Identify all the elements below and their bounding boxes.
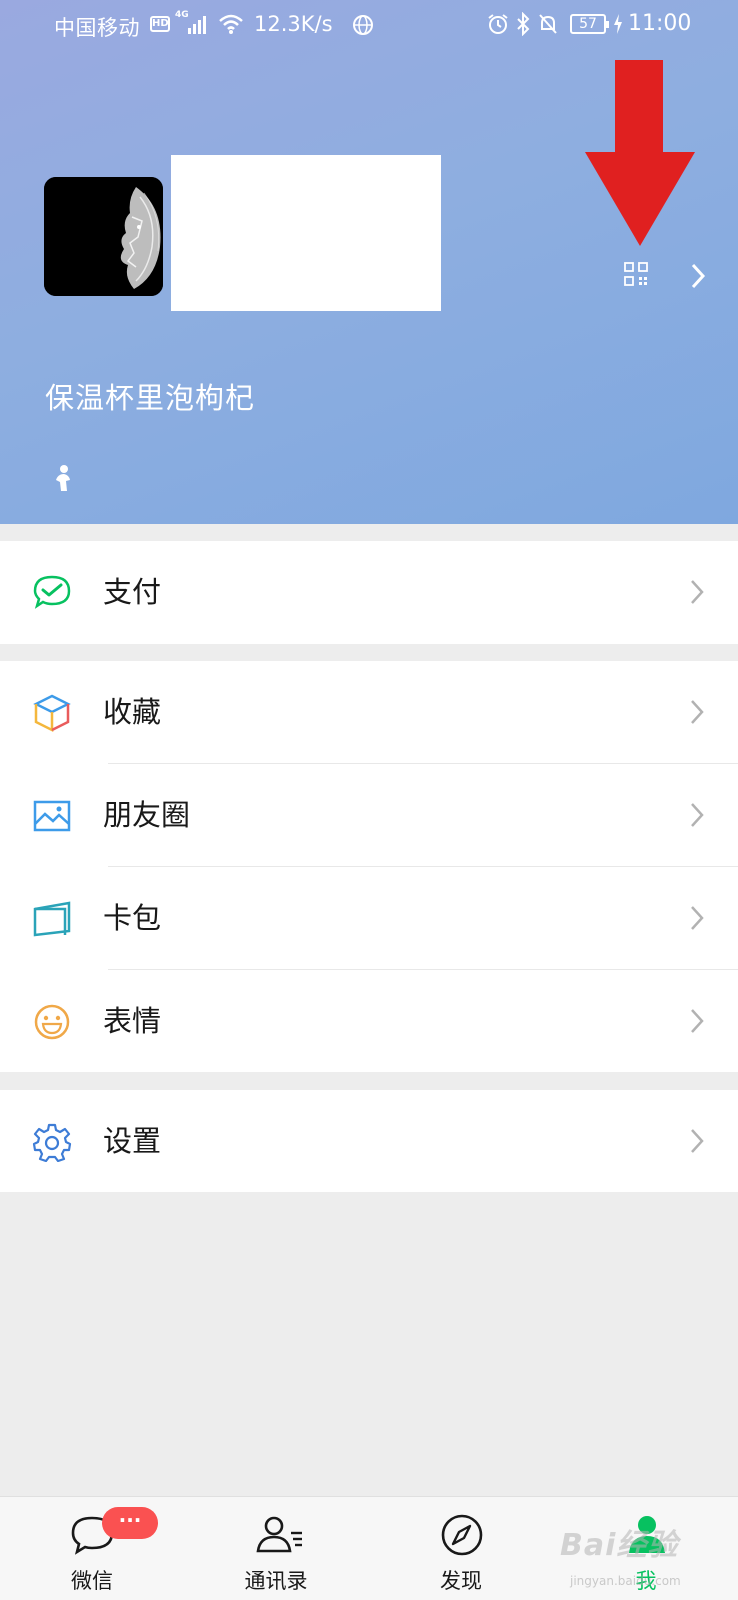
- signal-icon: [188, 14, 210, 39]
- menu-label-cards: 卡包: [103, 901, 162, 935]
- clock: 11:00: [628, 11, 692, 36]
- status-figure-icon[interactable]: [52, 464, 74, 496]
- charging-icon: [612, 13, 624, 40]
- menu-label-settings: 设置: [103, 1124, 162, 1158]
- globe-icon: [352, 14, 374, 41]
- gear-icon: [32, 1122, 72, 1163]
- chevron-right-icon: [690, 905, 704, 935]
- network-type: 4G: [175, 10, 189, 20]
- unread-badge: ···: [102, 1507, 158, 1539]
- wechat-pay-icon: [32, 573, 72, 613]
- tab-chats[interactable]: ··· 微信: [32, 1497, 158, 1600]
- tab-label-chats: 微信: [71, 1569, 113, 1593]
- network-speed: 12.3K/s: [254, 12, 333, 36]
- card-icon: [32, 899, 72, 939]
- menu-group-pay: 支付: [0, 541, 738, 644]
- status-bar: 中国移动 HD 4G 12.3K/s 57 11:00: [0, 0, 738, 50]
- menu-group-main: 收藏 朋友圈 卡包 表情: [0, 661, 738, 1072]
- tab-discover[interactable]: 发现: [401, 1497, 521, 1600]
- nickname-redacted: [171, 155, 441, 311]
- chevron-right-icon: [690, 802, 704, 832]
- menu-label-pay: 支付: [103, 575, 162, 609]
- menu-item-favorites[interactable]: 收藏: [0, 661, 738, 764]
- mute-bell-icon: [537, 13, 559, 40]
- battery-indicator: 57: [570, 14, 609, 34]
- me-screen: 中国移动 HD 4G 12.3K/s 57 11:00 保温杯里泡枸杞 支付 收…: [0, 0, 738, 1600]
- tab-contacts[interactable]: 通讯录: [216, 1497, 336, 1600]
- smiley-icon: [32, 1002, 72, 1042]
- baidu-watermark-url: jingyan.baidu.com: [570, 1574, 681, 1588]
- wifi-icon: [218, 13, 244, 40]
- cube-icon: [32, 693, 72, 733]
- baidu-watermark: Bai经验: [560, 1528, 679, 1563]
- tab-label-contacts: 通讯录: [244, 1569, 308, 1593]
- qr-code-icon[interactable]: [624, 262, 648, 290]
- hd-badge: HD: [150, 16, 170, 32]
- chevron-right-icon: [690, 579, 704, 609]
- menu-group-settings: 设置: [0, 1090, 738, 1192]
- chevron-right-icon: [690, 1008, 704, 1038]
- menu-item-moments[interactable]: 朋友圈: [0, 764, 738, 867]
- bluetooth-icon: [516, 11, 530, 41]
- compass-icon: [439, 1513, 485, 1561]
- chevron-right-icon: [690, 1128, 704, 1158]
- menu-item-settings[interactable]: 设置: [0, 1090, 738, 1193]
- menu-label-favorites: 收藏: [103, 695, 162, 729]
- menu-item-cards[interactable]: 卡包: [0, 867, 738, 970]
- menu-label-stickers: 表情: [103, 1004, 162, 1038]
- avatar[interactable]: [44, 177, 163, 296]
- carrier-label: 中国移动: [54, 16, 140, 40]
- wechat-id: 保温杯里泡枸杞: [45, 381, 256, 415]
- alarm-icon: [487, 13, 509, 40]
- red-arrow-annotation: [585, 60, 695, 250]
- profile-header: 中国移动 HD 4G 12.3K/s 57 11:00 保温杯里泡枸杞: [0, 0, 738, 524]
- image-icon: [32, 796, 72, 836]
- chevron-right-icon[interactable]: [690, 262, 706, 294]
- menu-label-moments: 朋友圈: [103, 798, 191, 832]
- menu-item-stickers[interactable]: 表情: [0, 970, 738, 1073]
- lion-avatar-image: [44, 177, 163, 296]
- chevron-right-icon: [690, 699, 704, 729]
- contacts-icon: [254, 1513, 304, 1561]
- tab-label-discover: 发现: [440, 1569, 482, 1593]
- menu-item-pay[interactable]: 支付: [0, 541, 738, 644]
